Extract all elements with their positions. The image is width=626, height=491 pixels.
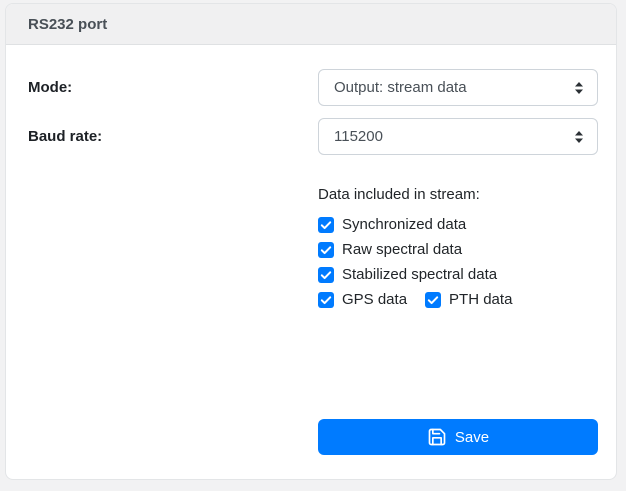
stream-data-section: Data included in stream: Synchronized da… [318,185,598,310]
mode-label: Mode: [28,79,73,96]
panel-title: RS232 port [28,15,108,33]
checkbox-stabilized-spectral-data[interactable]: Stabilized spectral data [318,265,497,285]
panel-header: RS232 port [6,4,616,45]
checkbox-checked-icon [318,267,334,283]
checkbox-checked-icon [318,242,334,258]
checkbox-label: PTH data [449,291,513,308]
checkbox-row: Raw spectral data [318,240,598,260]
checkbox-checked-icon [318,217,334,233]
checkbox-pth-data[interactable]: PTH data [425,290,512,310]
baud-rate-select-wrap: 115200 [318,118,598,155]
checkbox-checked-icon [318,292,334,308]
checkbox-label: GPS data [342,291,408,308]
checkbox-row: Synchronized data [318,215,598,235]
checkbox-row: Stabilized spectral data [318,265,598,285]
checkbox-label: Raw spectral data [342,241,463,258]
rs232-port-panel: RS232 port Mode: Output: stream data Bau… [5,3,617,480]
baud-rate-label: Baud rate: [28,128,103,145]
baud-rate-select[interactable]: 115200 [318,118,598,155]
save-button-label: Save [454,428,490,446]
checkbox-raw-spectral-data[interactable]: Raw spectral data [318,240,462,260]
save-button[interactable]: Save [318,419,598,455]
checkbox-row: GPS data PTH data [318,290,598,310]
mode-row: Mode: Output: stream data [28,69,598,106]
panel-body: Mode: Output: stream data Baud rate: 115… [6,45,616,455]
checkbox-synchronized-data[interactable]: Synchronized data [318,215,466,235]
save-row: Save [318,419,598,455]
checkbox-checked-icon [425,292,442,308]
save-icon [427,427,447,447]
baud-rate-row: Baud rate: 115200 [28,118,598,155]
checkbox-label: Stabilized spectral data [342,266,498,283]
checkbox-label: Synchronized data [342,216,467,233]
checkbox-gps-data[interactable]: GPS data [318,290,407,310]
mode-select-wrap: Output: stream data [318,69,598,106]
stream-section-label: Data included in stream: [318,186,480,203]
mode-select[interactable]: Output: stream data [318,69,598,106]
